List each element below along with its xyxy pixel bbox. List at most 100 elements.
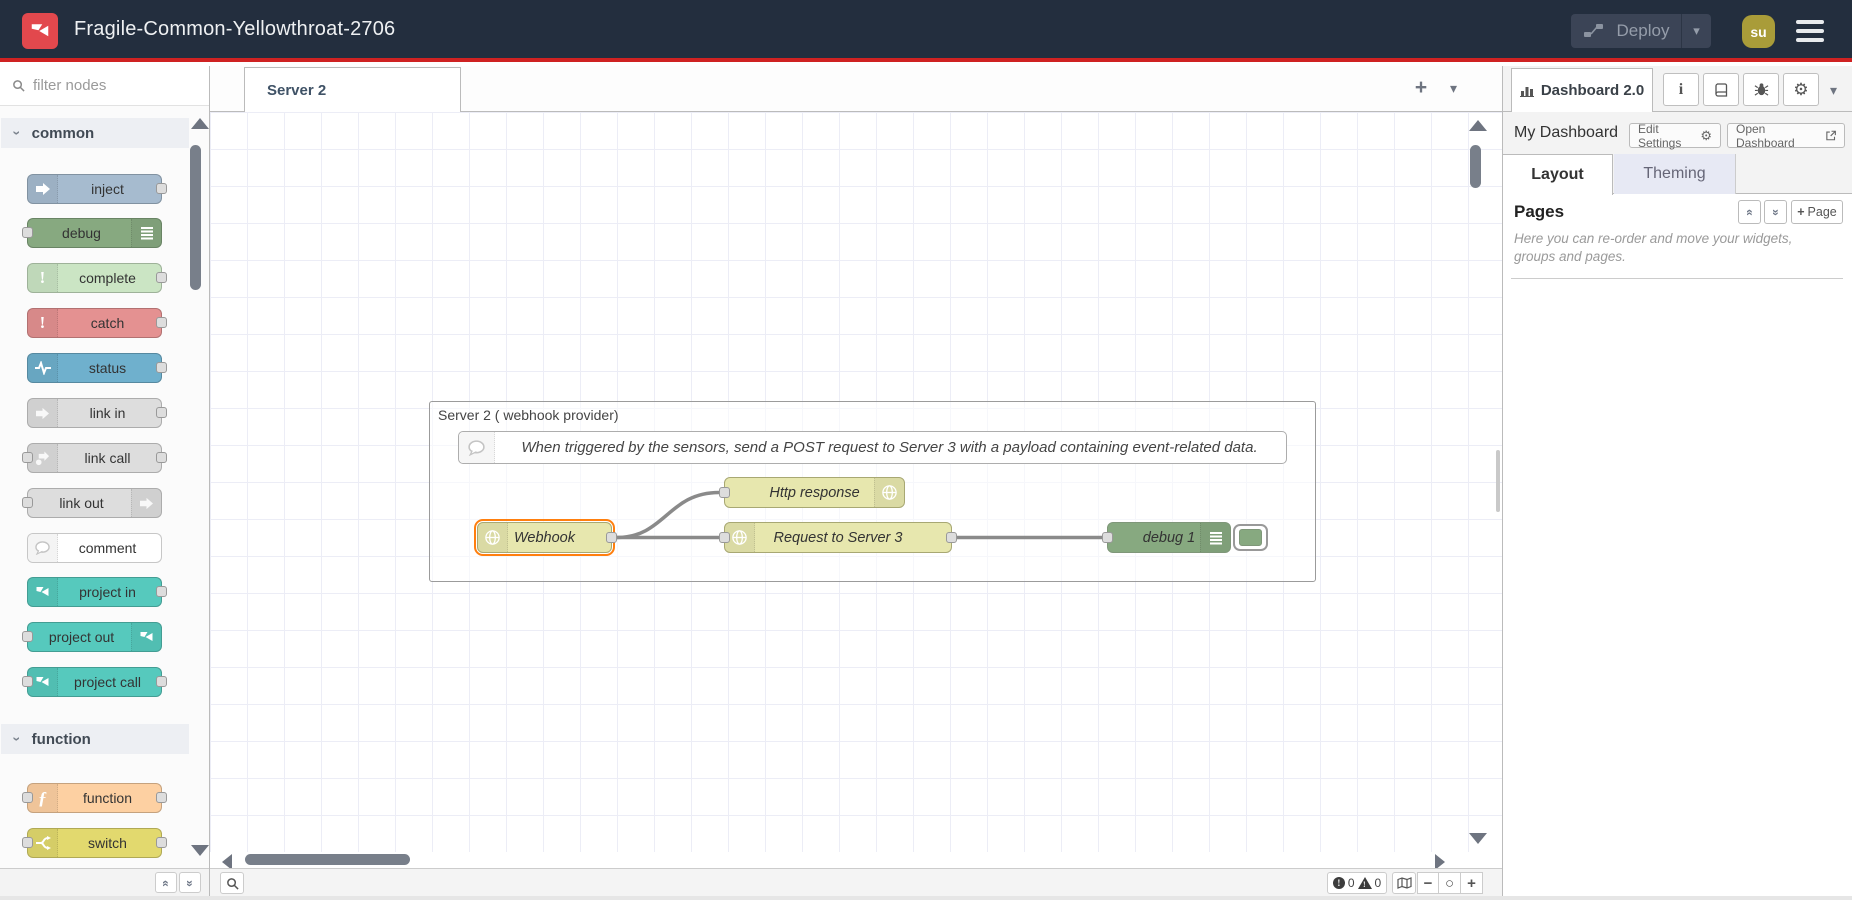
- input-port[interactable]: [22, 837, 33, 848]
- debug-enable-toggle[interactable]: [1233, 524, 1268, 551]
- flow-status-badge[interactable]: ! 0 ! 0: [1327, 872, 1387, 894]
- node-request-to-server-3[interactable]: Request to Server 3: [724, 522, 952, 553]
- sidebar-scrollbar-thumb[interactable]: [1496, 450, 1500, 512]
- bar-chart-icon: [1520, 84, 1535, 97]
- node-debug-1[interactable]: debug 1: [1107, 522, 1231, 553]
- input-port[interactable]: [719, 532, 730, 543]
- canvas-scroll-down-arrow[interactable]: [1469, 833, 1487, 844]
- output-port[interactable]: [606, 532, 617, 543]
- output-port[interactable]: [156, 586, 167, 597]
- input-port[interactable]: [22, 631, 33, 642]
- sidebar-tab-debug[interactable]: [1743, 73, 1779, 106]
- input-port[interactable]: [22, 676, 33, 687]
- palette-node-project-call[interactable]: project call: [27, 667, 162, 697]
- sidebar-tab-info[interactable]: i: [1663, 73, 1699, 106]
- node-http-response[interactable]: Http response: [724, 477, 905, 508]
- input-port[interactable]: [1102, 532, 1113, 543]
- workspace: Server 2 + ▾ Server 2 ( webhook provider…: [210, 66, 1502, 896]
- input-port[interactable]: [22, 227, 33, 238]
- book-icon: [1714, 83, 1728, 97]
- palette-search[interactable]: [0, 66, 209, 106]
- map-icon: [1397, 877, 1412, 889]
- output-port[interactable]: [156, 362, 167, 373]
- flowfuse-logo-icon: [22, 13, 58, 49]
- palette-node-function[interactable]: ƒ function: [27, 783, 162, 813]
- palette-node-status[interactable]: status: [27, 353, 162, 383]
- palette-node-link-call[interactable]: link call: [27, 443, 162, 473]
- output-port[interactable]: [156, 452, 167, 463]
- zoom-out-button[interactable]: −: [1417, 872, 1439, 894]
- palette-node-link-out[interactable]: link out: [27, 488, 162, 518]
- zoom-controls: − ○ +: [1417, 872, 1483, 894]
- sidebar: Dashboard 2.0 i ⚙ ▾: [1502, 66, 1852, 896]
- warning-triangle-icon: !: [1358, 877, 1372, 889]
- tab-layout[interactable]: Layout: [1503, 154, 1613, 195]
- output-port[interactable]: [156, 183, 167, 194]
- sidebar-tab-dashboard[interactable]: Dashboard 2.0: [1511, 68, 1653, 112]
- flow-tab-server-2[interactable]: Server 2: [244, 67, 461, 112]
- palette-node-catch[interactable]: ! catch: [27, 308, 162, 338]
- palette-category-common[interactable]: › common: [1, 118, 189, 148]
- move-page-down-button[interactable]: »: [1764, 200, 1787, 224]
- add-flow-button[interactable]: +: [1408, 76, 1434, 102]
- sidebar-tab-config[interactable]: ⚙: [1783, 73, 1819, 106]
- palette-node-project-out[interactable]: project out: [27, 622, 162, 652]
- gear-icon: ⚙: [1793, 80, 1808, 100]
- output-port[interactable]: [156, 272, 167, 283]
- divider: [1511, 278, 1843, 279]
- window-bottom-strip: [0, 896, 1852, 900]
- palette-node-switch[interactable]: switch: [27, 828, 162, 858]
- output-port[interactable]: [156, 317, 167, 328]
- palette-category-function[interactable]: › function: [1, 724, 189, 754]
- zoom-reset-button[interactable]: ○: [1439, 872, 1461, 894]
- palette-collapse-all-button[interactable]: «: [155, 872, 177, 893]
- palette-filter-input[interactable]: [33, 77, 183, 94]
- zoom-in-button[interactable]: +: [1461, 872, 1483, 894]
- palette-scroll-down-arrow[interactable]: [191, 845, 209, 856]
- output-port[interactable]: [156, 792, 167, 803]
- output-port[interactable]: [946, 532, 957, 543]
- palette-scroll-up-arrow[interactable]: [191, 118, 209, 129]
- search-flows-button[interactable]: [220, 872, 244, 894]
- input-port[interactable]: [22, 452, 33, 463]
- palette-node-complete[interactable]: ! complete: [27, 263, 162, 293]
- deploy-options-caret[interactable]: ▾: [1681, 14, 1711, 48]
- output-port[interactable]: [156, 676, 167, 687]
- flow-list-caret[interactable]: ▾: [1450, 80, 1457, 97]
- tab-theming[interactable]: Theming: [1614, 154, 1736, 194]
- sidebar-tabs-caret[interactable]: ▾: [1830, 82, 1837, 99]
- input-port[interactable]: [22, 792, 33, 803]
- node-red-editor: Fragile-Common-Yellowthroat-2706 Deploy …: [0, 0, 1852, 900]
- palette-node-inject[interactable]: inject: [27, 174, 162, 204]
- chevron-down-icon: ›: [9, 737, 25, 742]
- palette-node-project-in[interactable]: project in: [27, 577, 162, 607]
- canvas-scroll-up-arrow[interactable]: [1469, 120, 1487, 131]
- output-port[interactable]: [156, 837, 167, 848]
- flow-group-label: Server 2 ( webhook provider): [438, 407, 619, 423]
- canvas-vscrollbar-thumb[interactable]: [1470, 145, 1481, 188]
- open-dashboard-button[interactable]: Open Dashboard: [1727, 123, 1845, 148]
- palette-node-link-in[interactable]: link in: [27, 398, 162, 428]
- navigator-button[interactable]: [1392, 872, 1416, 894]
- edit-settings-button[interactable]: Edit Settings ⚙: [1629, 123, 1721, 148]
- node-webhook[interactable]: Webhook: [477, 522, 612, 553]
- user-avatar[interactable]: su: [1742, 15, 1775, 48]
- add-page-button[interactable]: + Page: [1791, 200, 1843, 224]
- main-menu-button[interactable]: [1796, 20, 1824, 42]
- sidebar-tab-help[interactable]: [1703, 73, 1739, 106]
- input-port[interactable]: [22, 497, 33, 508]
- output-port[interactable]: [156, 407, 167, 418]
- pages-help-text: Here you can re-order and move your widg…: [1514, 230, 1834, 265]
- palette-scrollbar-thumb[interactable]: [190, 145, 201, 290]
- deploy-button[interactable]: Deploy ▾: [1571, 14, 1711, 48]
- move-page-up-button[interactable]: «: [1738, 200, 1761, 224]
- canvas-hscrollbar-thumb[interactable]: [245, 854, 410, 865]
- flow-canvas[interactable]: Server 2 ( webhook provider) When trigge…: [210, 112, 1502, 852]
- comment-node[interactable]: When triggered by the sensors, send a PO…: [458, 431, 1287, 464]
- pages-heading: Pages: [1514, 202, 1564, 222]
- palette-node-comment[interactable]: comment: [27, 533, 162, 563]
- input-port[interactable]: [719, 487, 730, 498]
- palette-expand-all-button[interactable]: »: [179, 872, 201, 893]
- error-circle-icon: !: [1333, 877, 1345, 889]
- palette-node-debug[interactable]: debug: [27, 218, 162, 248]
